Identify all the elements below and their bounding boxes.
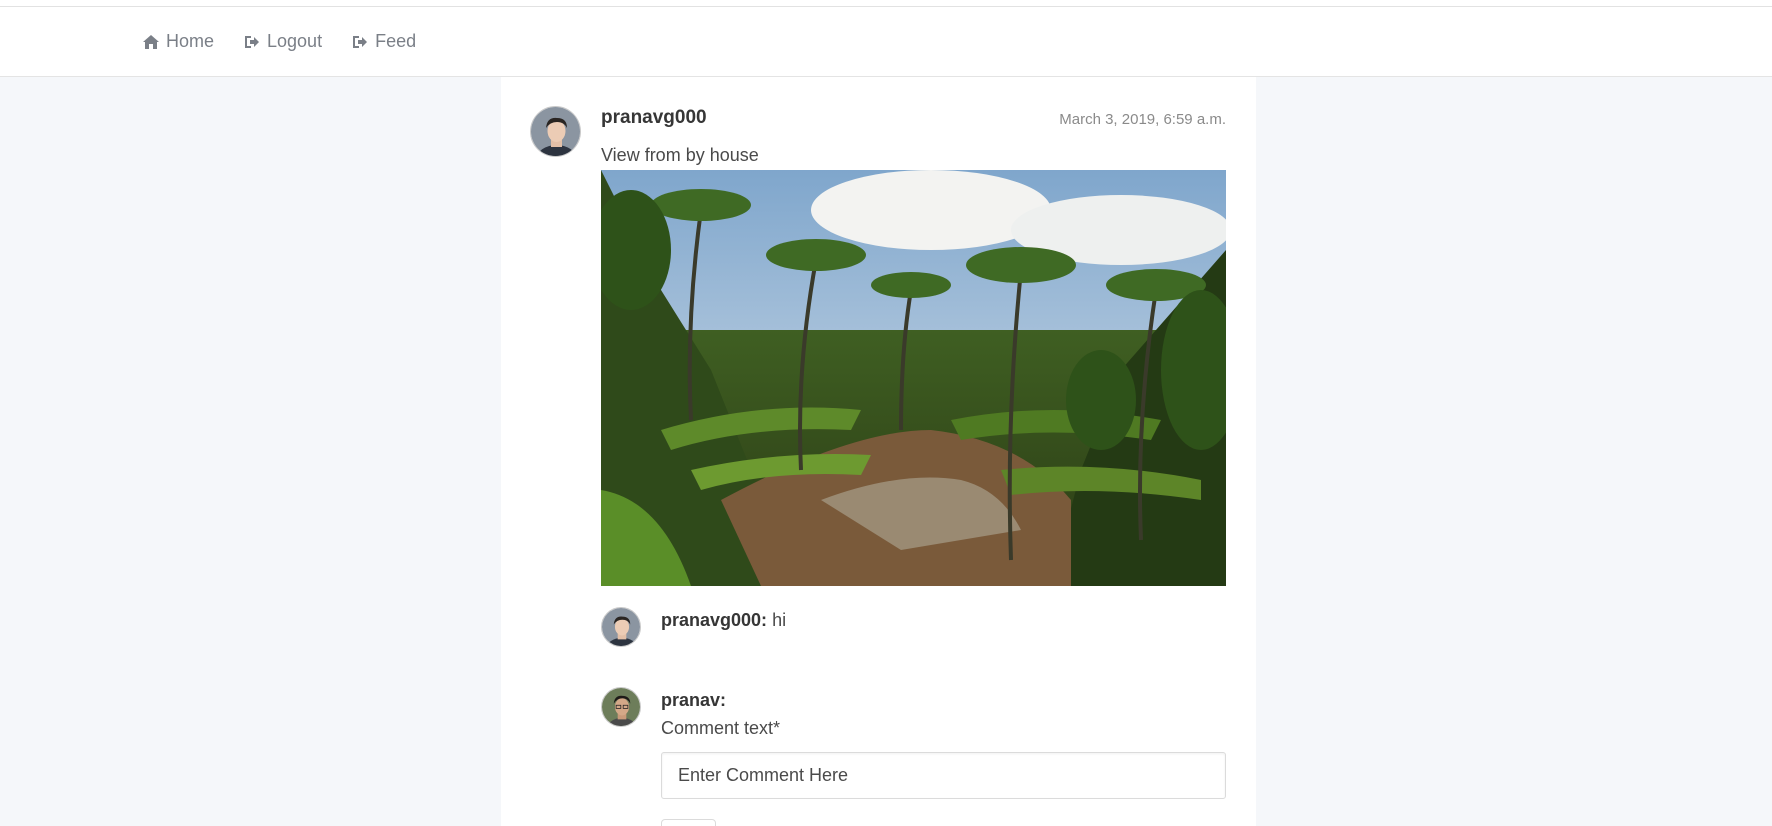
post-caption: View from by house xyxy=(601,145,759,165)
comment-input[interactable] xyxy=(661,752,1226,799)
nav-feed-label: Feed xyxy=(375,31,417,51)
comment-form-username: pranav: xyxy=(661,690,727,710)
current-user-avatar[interactable] xyxy=(601,687,641,727)
submit-button[interactable] xyxy=(661,819,716,826)
comment-text-label: Comment text* xyxy=(661,718,781,738)
top-border xyxy=(0,0,1772,7)
comment-author-avatar[interactable] xyxy=(601,607,641,647)
nav-logout-link[interactable]: Logout xyxy=(244,31,322,52)
nav-logout-label: Logout xyxy=(267,31,323,51)
comment-body: hi xyxy=(767,610,787,630)
post-timestamp: March 3, 2019, 6:59 a.m. xyxy=(1059,111,1226,128)
home-icon xyxy=(143,34,159,49)
logout-icon xyxy=(245,35,260,48)
comment-text: pranavg000: hi xyxy=(661,610,786,631)
post-image xyxy=(601,170,1226,586)
nav-home-label: Home xyxy=(166,31,215,51)
nav-home-link[interactable]: Home xyxy=(143,31,214,52)
post-author-avatar[interactable] xyxy=(530,106,581,157)
nav-feed-link[interactable]: Feed xyxy=(352,31,416,52)
comment-username[interactable]: pranavg000: xyxy=(661,610,767,630)
post-username[interactable]: pranavg000 xyxy=(601,107,707,129)
logout-icon xyxy=(353,35,368,48)
nav-items: Home Logout Feed xyxy=(143,31,446,52)
navbar: Home Logout Feed xyxy=(0,7,1772,77)
